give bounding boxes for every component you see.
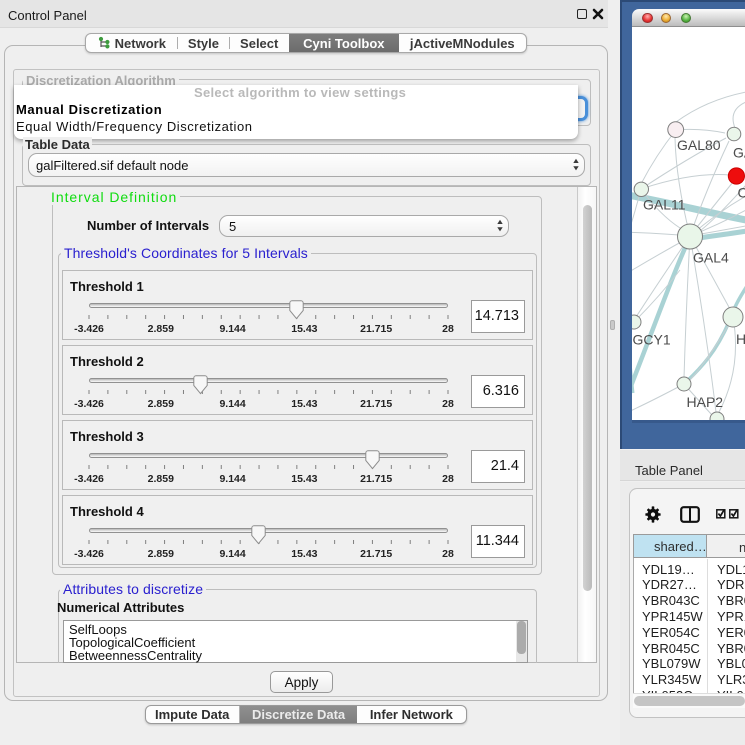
svg-text:C: C	[738, 185, 745, 201]
svg-text:H: H	[736, 331, 745, 347]
svg-text:GAL4: GAL4	[693, 250, 729, 266]
svg-text:GA: GA	[733, 145, 745, 161]
svg-text:GAL80: GAL80	[677, 137, 721, 153]
svg-text:HAP2: HAP2	[687, 394, 724, 410]
svg-text:GCY1: GCY1	[633, 332, 671, 348]
svg-text:GAL11: GAL11	[643, 197, 686, 213]
